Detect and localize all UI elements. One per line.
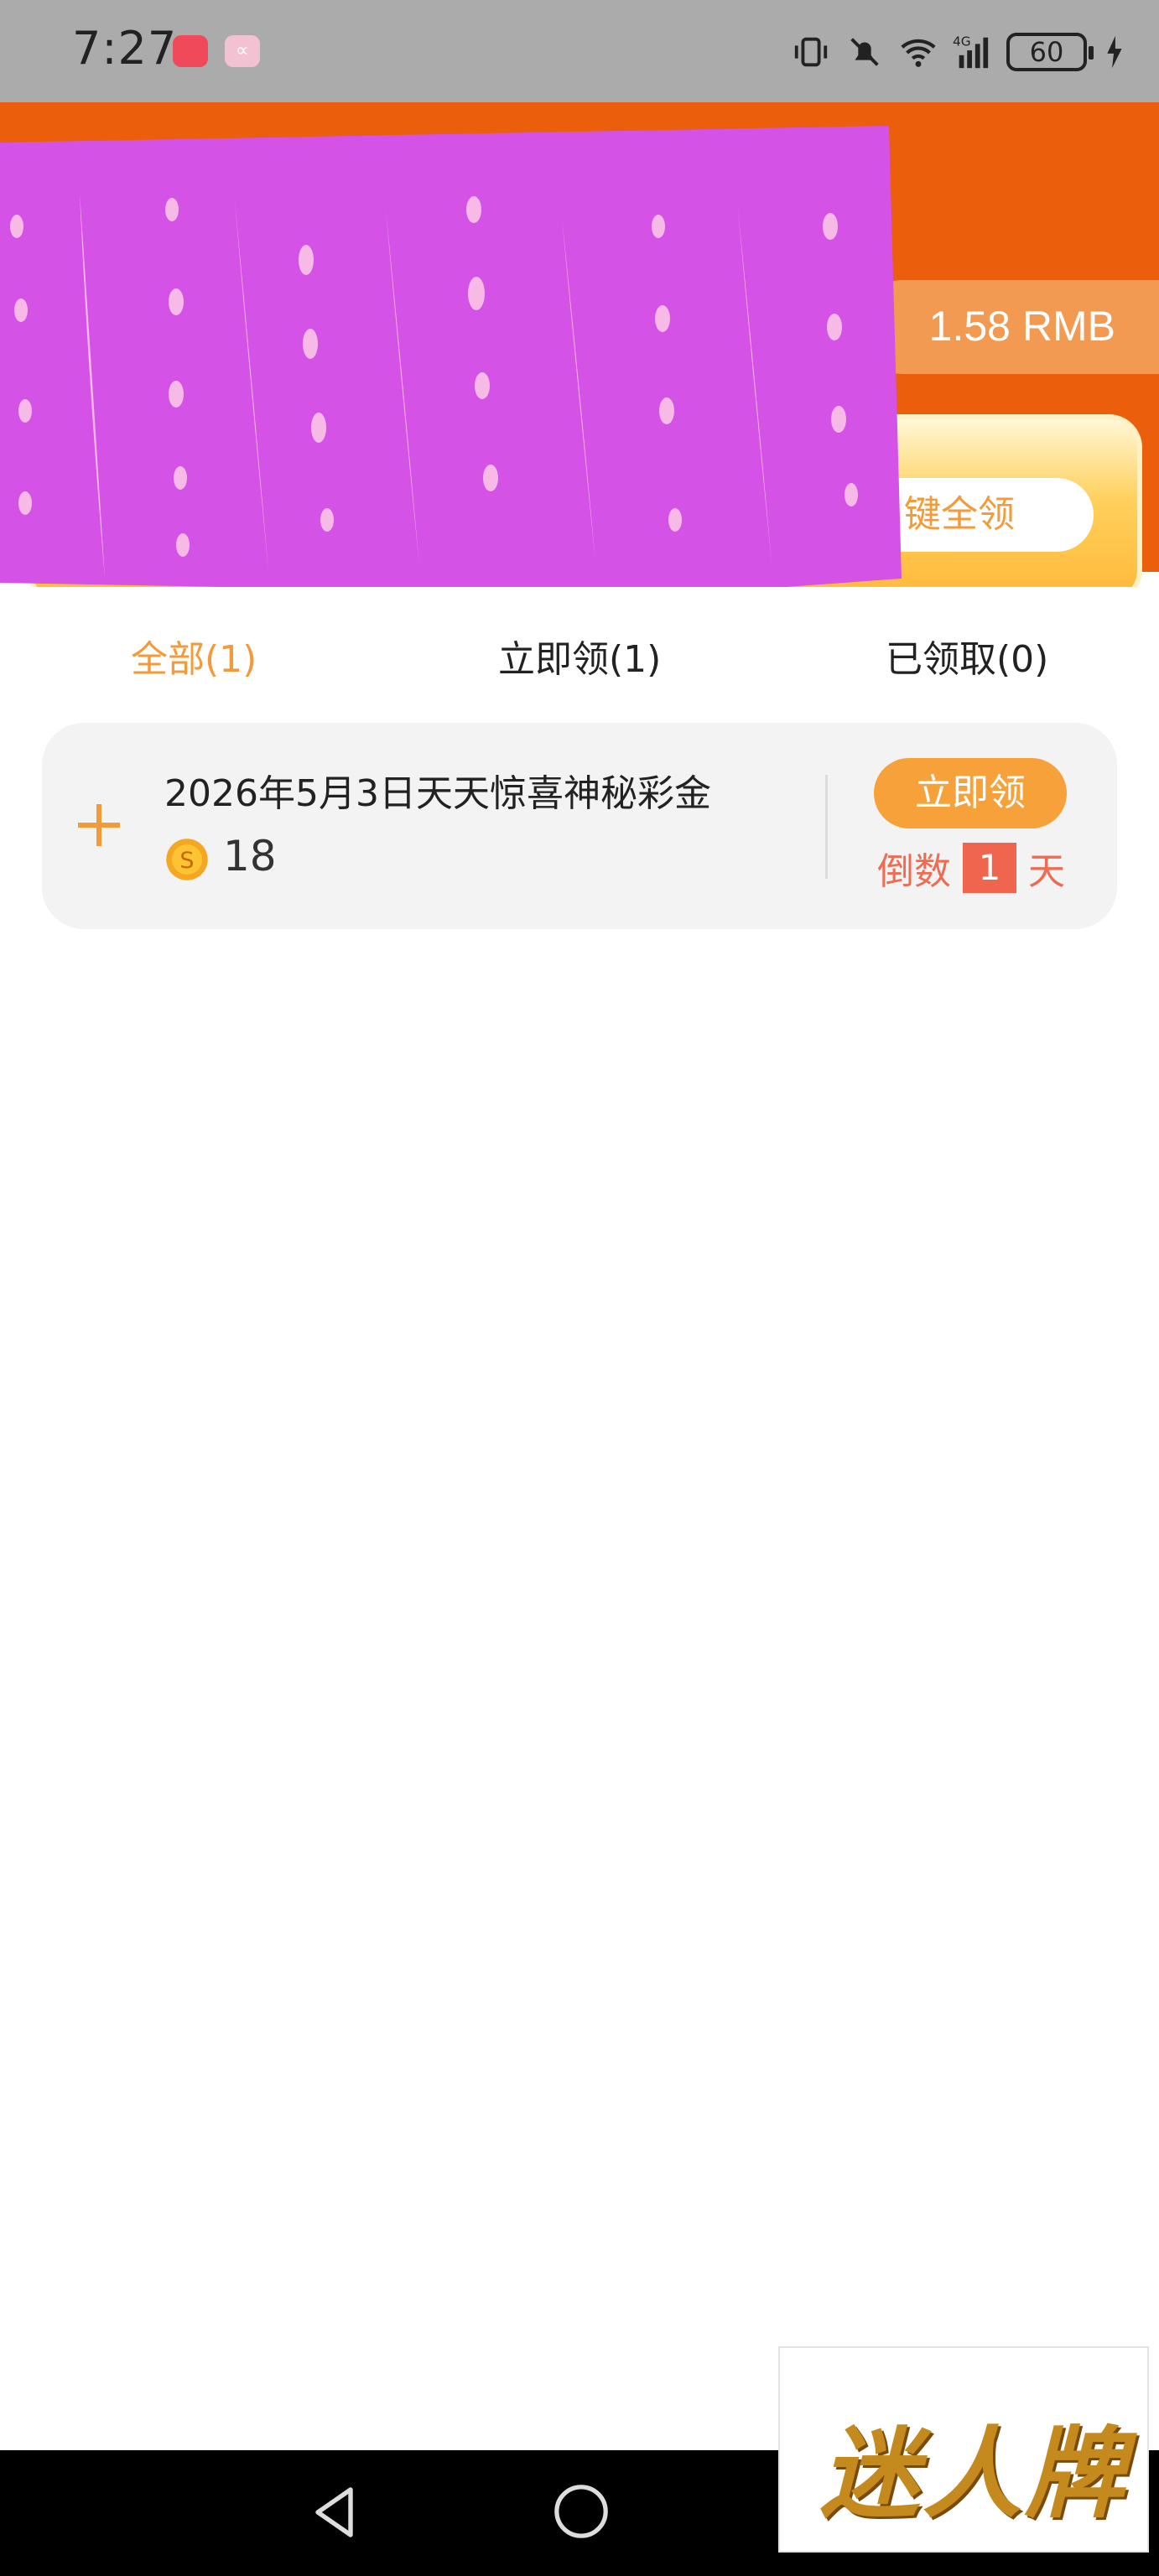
cellular-signal-icon: 4G bbox=[953, 34, 989, 69]
svg-text:S: S bbox=[179, 848, 194, 874]
svg-text:4G: 4G bbox=[953, 34, 971, 49]
content-area: 全部(1) 立即领(1) 已领取(0) 2026年5月3日天天惊喜神秘彩金 S … bbox=[0, 587, 1159, 2452]
balance-amount: 1.58 RMB bbox=[928, 303, 1115, 350]
expand-plus-icon[interactable] bbox=[74, 800, 124, 850]
countdown-prefix: 倒数 bbox=[877, 850, 951, 893]
home-icon[interactable] bbox=[552, 2482, 611, 2541]
status-time: 7:27 bbox=[72, 22, 178, 75]
status-bar: 7:27 ∝ 4G 60 bbox=[0, 0, 1159, 102]
mute-bell-icon bbox=[850, 38, 879, 66]
coin-icon: S bbox=[166, 839, 208, 880]
tab-claimed[interactable]: 已领取(0) bbox=[886, 629, 1048, 683]
countdown-unit: 天 bbox=[1028, 850, 1065, 893]
tab-all[interactable]: 全部(1) bbox=[131, 629, 257, 683]
wifi-icon bbox=[901, 39, 936, 67]
vibrate-icon bbox=[794, 37, 828, 67]
app-notification-icon bbox=[173, 35, 208, 67]
divider bbox=[825, 775, 828, 879]
reward-list-item: 2026年5月3日天天惊喜神秘彩金 S 18 立即领 倒数 1 天 bbox=[42, 723, 1117, 929]
app-notification-icon-2: ∝ bbox=[225, 35, 260, 67]
watermark-logo: 迷人牌 bbox=[778, 2346, 1149, 2553]
tab-bar: 全部(1) 立即领(1) 已领取(0) bbox=[0, 629, 1159, 688]
tab-claimable[interactable]: 立即领(1) bbox=[498, 629, 661, 683]
countdown: 倒数 1 天 bbox=[877, 842, 1065, 894]
countdown-value: 1 bbox=[963, 843, 1016, 893]
reward-title: 2026年5月3日天天惊喜神秘彩金 bbox=[164, 772, 711, 815]
redaction-scribble bbox=[0, 126, 902, 595]
status-icons: 4G 60 bbox=[792, 29, 1125, 75]
battery-indicator: 60 bbox=[1006, 33, 1094, 71]
charging-icon bbox=[1107, 35, 1122, 69]
reward-amount: 18 bbox=[223, 832, 277, 880]
back-icon[interactable] bbox=[305, 2482, 366, 2542]
claim-now-button[interactable]: 立即领 bbox=[874, 758, 1067, 828]
watermark-text: 迷人牌 bbox=[820, 2415, 1128, 2532]
